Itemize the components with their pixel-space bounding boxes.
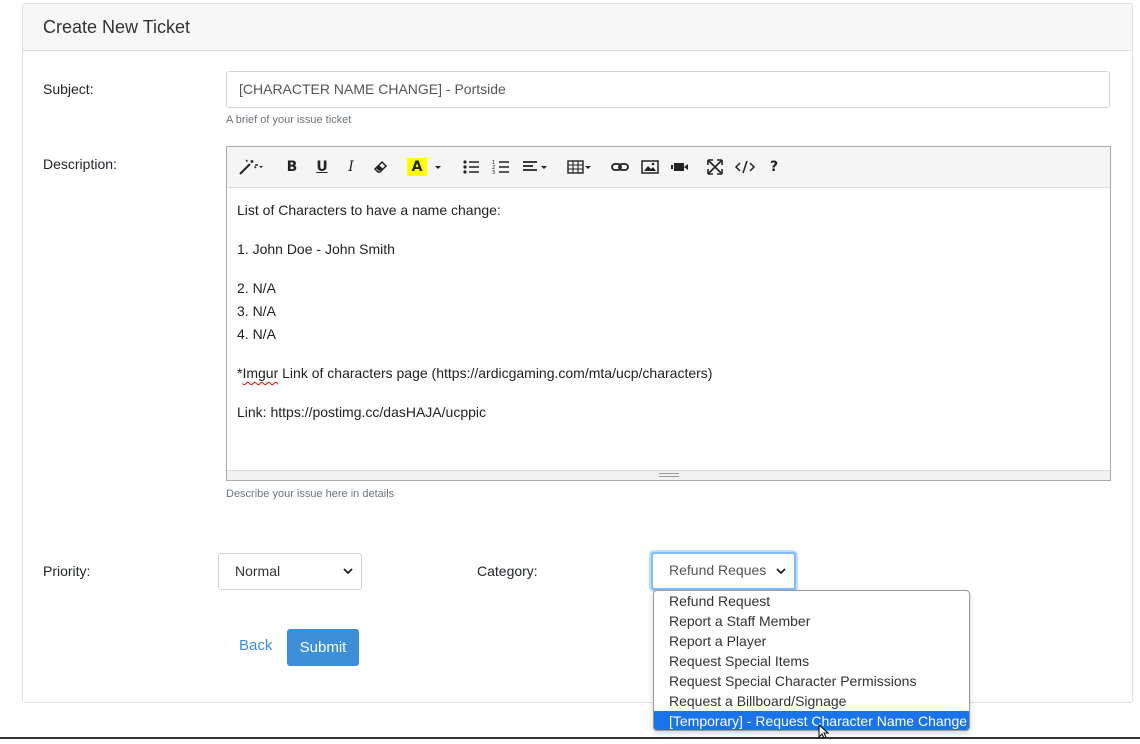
help-icon[interactable]: ?	[766, 158, 782, 176]
ordered-list-icon[interactable]: 123	[492, 158, 510, 176]
subject-help-text: A brief of your issue ticket	[226, 114, 352, 126]
subject-label: Subject:	[43, 81, 94, 97]
submit-button[interactable]: Submit	[287, 629, 359, 666]
align-icon[interactable]	[522, 158, 548, 176]
unordered-list-icon[interactable]	[462, 158, 480, 176]
category-option[interactable]: Report a Player	[654, 631, 969, 651]
chevron-down-icon	[776, 554, 786, 588]
code-view-icon[interactable]	[734, 158, 756, 176]
italic-icon[interactable]: I	[343, 158, 359, 176]
link-icon[interactable]	[611, 158, 629, 176]
content-line: Link: https://postimg.cc/dasHAJA/ucppic	[237, 404, 486, 420]
back-link[interactable]: Back	[239, 637, 272, 654]
category-label: Category:	[477, 563, 538, 579]
category-option[interactable]: Refund Request	[654, 591, 969, 611]
table-icon[interactable]	[567, 158, 593, 176]
content-line: 4. N/A	[237, 326, 276, 342]
category-option[interactable]: Request Special Character Permissions	[654, 671, 969, 691]
picture-icon[interactable]	[641, 158, 659, 176]
priority-label: Priority:	[43, 563, 91, 579]
category-dropdown-list: Refund Request Report a Staff Member Rep…	[653, 590, 970, 731]
misspelled-word: Imgur	[242, 365, 279, 381]
editor-resize-handle[interactable]	[227, 470, 1110, 480]
editor-toolbar: B U I A 123 ?	[227, 147, 1110, 188]
category-option-highlighted[interactable]: [Temporary] - Request Character Name Cha…	[654, 711, 969, 730]
mouse-cursor-icon	[818, 723, 830, 744]
content-line: 1. John Doe - John Smith	[237, 241, 395, 257]
category-option[interactable]: Request a Billboard/Signage	[654, 691, 969, 711]
category-select[interactable]: Refund Reques	[651, 552, 796, 590]
category-value: Refund Reques	[669, 562, 767, 578]
fullscreen-icon[interactable]	[706, 158, 724, 176]
font-color-caret-icon[interactable]	[432, 158, 444, 176]
editor-content[interactable]: List of Characters to have a name change…	[237, 199, 712, 424]
content-line: 3. N/A	[237, 303, 276, 319]
description-label: Description:	[43, 156, 117, 172]
svg-text:3: 3	[492, 170, 495, 176]
category-option[interactable]: Request Special Items	[654, 651, 969, 671]
content-line: *Imgur Link of characters page (https://…	[237, 365, 713, 381]
category-option[interactable]: Report a Staff Member	[654, 611, 969, 631]
chevron-down-icon	[343, 554, 353, 589]
video-icon[interactable]	[671, 158, 689, 176]
content-line: List of Characters to have a name change…	[237, 202, 501, 218]
description-editor[interactable]: B U I A 123 ? List of Characters to have…	[226, 146, 1111, 481]
description-help-text: Describe your issue here in details	[226, 488, 395, 500]
content-line: 2. N/A	[237, 280, 276, 296]
font-color-icon[interactable]: A	[407, 158, 427, 176]
priority-select[interactable]: Normal	[218, 553, 362, 590]
subject-input[interactable]: [CHARACTER NAME CHANGE] - Portside	[226, 71, 1110, 108]
underline-icon[interactable]: U	[314, 158, 330, 176]
bold-icon[interactable]: B	[284, 158, 300, 176]
magic-icon[interactable]	[238, 158, 264, 176]
card-title: Create New Ticket	[23, 4, 1132, 51]
priority-value: Normal	[235, 563, 281, 579]
grip-icon	[659, 473, 679, 477]
eraser-icon[interactable]	[373, 158, 389, 176]
